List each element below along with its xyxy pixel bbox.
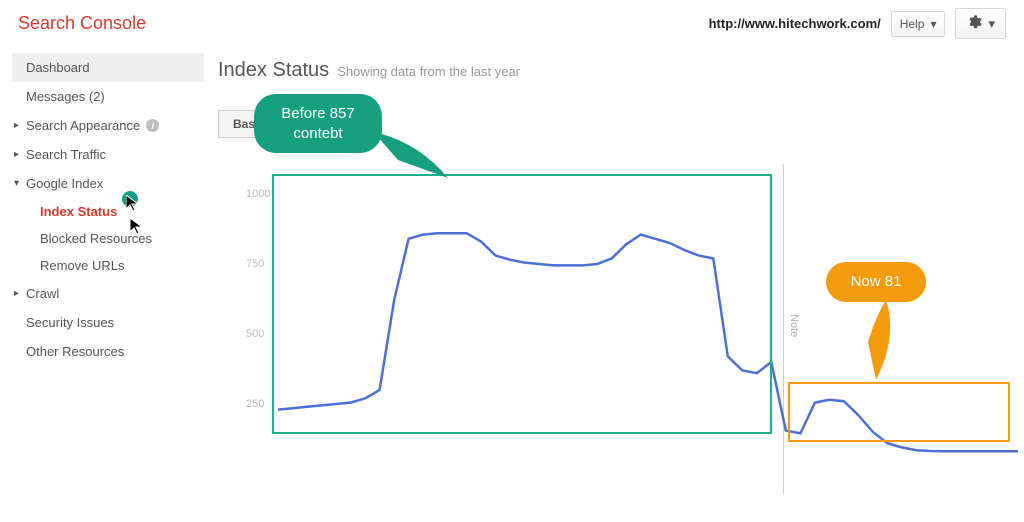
main-content: Index Status Showing data from the last …: [204, 53, 1024, 504]
sidebar-item-remove-urls[interactable]: Remove URLs: [12, 252, 204, 279]
callout-tail-icon: [368, 124, 458, 184]
sidebar-item-search-traffic[interactable]: ▸ Search Traffic: [12, 140, 204, 169]
help-label: Help: [900, 17, 925, 31]
sidebar-item-search-appearance[interactable]: ▸ Search Appearance i: [12, 111, 204, 140]
info-icon: i: [146, 119, 159, 132]
y-tick: 1000: [246, 188, 270, 200]
y-tick: 750: [246, 258, 264, 270]
chevron-right-icon: ▸: [14, 120, 19, 131]
sidebar-item-messages[interactable]: Messages (2): [12, 82, 204, 111]
header: Search Console http://www.hitechwork.com…: [0, 0, 1024, 53]
caret-down-icon: ▾: [930, 17, 936, 31]
sidebar-label: Security Issues: [26, 315, 114, 330]
annotation-before-box: [272, 174, 772, 434]
caret-down-icon: ▾: [988, 16, 995, 32]
annotation-before-text: Before 857 contebt: [281, 105, 354, 142]
sidebar-item-security-issues[interactable]: Security Issues: [12, 308, 204, 337]
callout-tail-icon: [858, 296, 918, 386]
sidebar-item-crawl[interactable]: ▸ Crawl: [12, 279, 204, 308]
sidebar-label: Blocked Resources: [40, 231, 152, 246]
chart: 1000 750 500 250 Note Before 857 contebt…: [218, 164, 1010, 504]
y-tick: 500: [246, 328, 264, 340]
sidebar-label: Remove URLs: [40, 258, 125, 273]
page-title-row: Index Status Showing data from the last …: [218, 59, 1010, 82]
chevron-right-icon: ▸: [14, 149, 19, 160]
sidebar-label: Google Index: [26, 176, 103, 191]
site-url[interactable]: http://www.hitechwork.com/: [709, 16, 881, 31]
sidebar-item-google-index[interactable]: ▾ Google Index: [12, 169, 204, 198]
sidebar-item-blocked-resources[interactable]: Blocked Resources: [12, 225, 204, 252]
settings-button[interactable]: ▾: [955, 8, 1006, 39]
gear-icon: [966, 14, 982, 33]
sidebar-item-dashboard[interactable]: Dashboard: [12, 53, 204, 82]
sidebar-label: Index Status: [40, 204, 117, 219]
sidebar-item-index-status[interactable]: Index Status: [12, 198, 204, 225]
help-button[interactable]: Help ▾: [891, 11, 946, 37]
chevron-down-icon: ▾: [14, 178, 19, 189]
annotation-now-text: Now 81: [851, 273, 902, 290]
page-subtitle: Showing data from the last year: [337, 64, 520, 79]
sidebar-label: Other Resources: [26, 344, 124, 359]
brand-title: Search Console: [18, 13, 146, 34]
sidebar-label: Dashboard: [26, 60, 90, 75]
sidebar-label: Messages (2): [26, 89, 105, 104]
y-tick: 250: [246, 398, 264, 410]
sidebar-label: Search Appearance: [26, 118, 140, 133]
sidebar-label: Search Traffic: [26, 147, 106, 162]
annotation-before-callout: Before 857 contebt: [254, 94, 382, 153]
page-title: Index Status: [218, 59, 329, 82]
annotation-now-box: [788, 382, 1010, 442]
header-right: http://www.hitechwork.com/ Help ▾ ▾: [709, 8, 1006, 39]
sidebar-item-other-resources[interactable]: Other Resources: [12, 337, 204, 366]
note-label: Note: [788, 314, 800, 337]
chevron-right-icon: ▸: [14, 288, 19, 299]
sidebar: Dashboard Messages (2) ▸ Search Appearan…: [0, 53, 204, 504]
sidebar-label: Crawl: [26, 286, 59, 301]
